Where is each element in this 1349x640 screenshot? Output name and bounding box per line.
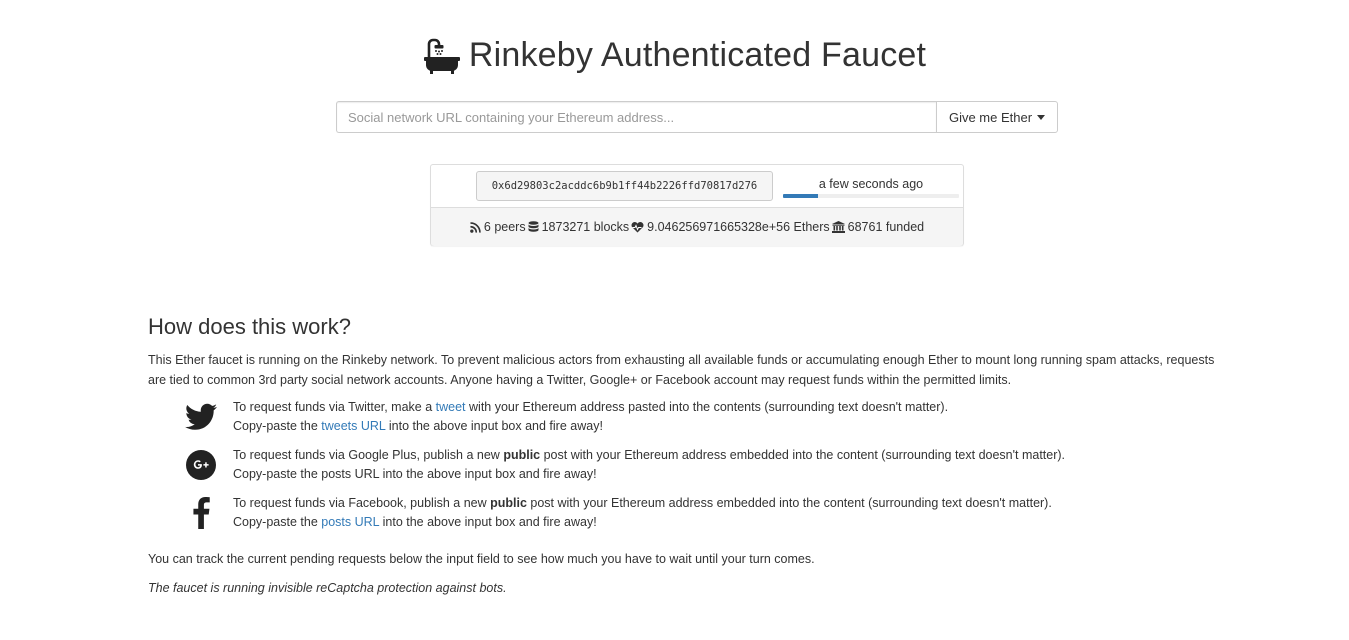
caret-down-icon bbox=[1037, 114, 1046, 120]
faucet-status-panel: 0x6d29803c2acddc6b9b1ff44b2226ffd70817d2… bbox=[430, 164, 964, 246]
facebook-icon bbox=[184, 496, 218, 530]
ethers-amount: 9.046256971665328e+56 Ethers bbox=[647, 220, 830, 234]
how-heading: How does this work? bbox=[148, 314, 351, 339]
give-me-ether-label: Give me Ether bbox=[948, 109, 1033, 125]
funded-stat: 68761 funded bbox=[831, 220, 925, 234]
social-url-input[interactable] bbox=[336, 101, 936, 133]
facebook-line-1: To request funds via Facebook, publish a… bbox=[233, 494, 1218, 513]
twitter-text-1b: with your Ethereum address pasted into t… bbox=[465, 400, 949, 414]
funded-count: 68761 funded bbox=[847, 220, 925, 234]
twitter-line-1: To request funds via Twitter, make a twe… bbox=[233, 398, 1218, 417]
twitter-text-1a: To request funds via Twitter, make a bbox=[233, 400, 436, 414]
page-header: Rinkeby Authenticated Faucet bbox=[0, 36, 1349, 75]
twitter-line-2: Copy-paste the tweets URL into the above… bbox=[233, 417, 1218, 436]
twitter-text-2b: into the above input box and fire away! bbox=[385, 419, 603, 433]
captcha-note: The faucet is running invisible reCaptch… bbox=[148, 581, 507, 595]
heartbeat-icon bbox=[631, 221, 644, 232]
pending-address: 0x6d29803c2acddc6b9b1ff44b2226ffd70817d2… bbox=[476, 171, 773, 201]
ethers-stat: 9.046256971665328e+56 Ethers bbox=[631, 220, 830, 234]
twitter-instructions: To request funds via Twitter, make a twe… bbox=[148, 398, 1218, 438]
facebook-text-2a: Copy-paste the bbox=[233, 515, 322, 529]
how-it-works-section: How does this work? This Ether faucet is… bbox=[148, 314, 1218, 598]
facebook-line-2: Copy-paste the posts URL into the above … bbox=[233, 513, 1218, 532]
tweet-link[interactable]: tweet bbox=[436, 400, 466, 414]
request-progress-fill bbox=[783, 194, 819, 198]
posts-url-link[interactable]: posts URL bbox=[321, 515, 379, 529]
google-text-1b: post with your Ethereum address embedded… bbox=[540, 448, 1066, 462]
page-title: Rinkeby Authenticated Faucet bbox=[468, 36, 927, 74]
request-form: Give me Ether bbox=[336, 101, 1058, 133]
facebook-text-2b: into the above input box and fire away! bbox=[379, 515, 597, 529]
facebook-text-1a: To request funds via Facebook, publish a… bbox=[233, 496, 491, 510]
google-line-2: Copy-paste the posts URL into the above … bbox=[233, 467, 597, 481]
google-plus-icon bbox=[184, 448, 218, 482]
how-intro: This Ether faucet is running on the Rink… bbox=[148, 353, 1215, 387]
give-me-ether-button[interactable]: Give me Ether bbox=[936, 101, 1058, 133]
google-public-bold: public bbox=[503, 448, 541, 462]
peers-stat: 6 peers bbox=[470, 220, 526, 234]
facebook-text-1b: post with your Ethereum address embedded… bbox=[526, 496, 1052, 510]
pending-request-row: 0x6d29803c2acddc6b9b1ff44b2226ffd70817d2… bbox=[431, 165, 963, 208]
faucet-page: Rinkeby Authenticated Faucet Give me Eth… bbox=[0, 0, 1349, 640]
google-plus-instructions: To request funds via Google Plus, publis… bbox=[148, 446, 1218, 486]
pending-request-time: a few seconds ago bbox=[818, 177, 924, 191]
bath-icon bbox=[423, 37, 461, 75]
network-stats: 6 peers 1873271 blocks 9.046256971665328… bbox=[431, 208, 963, 246]
google-text-1a: To request funds via Google Plus, publis… bbox=[233, 448, 504, 462]
peers-count: 6 peers bbox=[483, 220, 526, 234]
tracking-note: You can track the current pending reques… bbox=[148, 552, 815, 566]
blocks-count: 1873271 blocks bbox=[541, 220, 630, 234]
blocks-stat: 1873271 blocks bbox=[528, 220, 630, 234]
tweets-url-link[interactable]: tweets URL bbox=[321, 419, 385, 433]
facebook-public-bold: public bbox=[490, 496, 527, 510]
database-icon bbox=[528, 221, 539, 232]
rss-icon bbox=[470, 221, 481, 233]
twitter-icon bbox=[184, 400, 218, 434]
bank-icon bbox=[831, 221, 845, 233]
facebook-instructions: To request funds via Facebook, publish a… bbox=[148, 494, 1218, 534]
google-line-1: To request funds via Google Plus, publis… bbox=[233, 446, 1218, 465]
twitter-text-2a: Copy-paste the bbox=[233, 419, 322, 433]
request-progress-bar bbox=[783, 194, 959, 198]
